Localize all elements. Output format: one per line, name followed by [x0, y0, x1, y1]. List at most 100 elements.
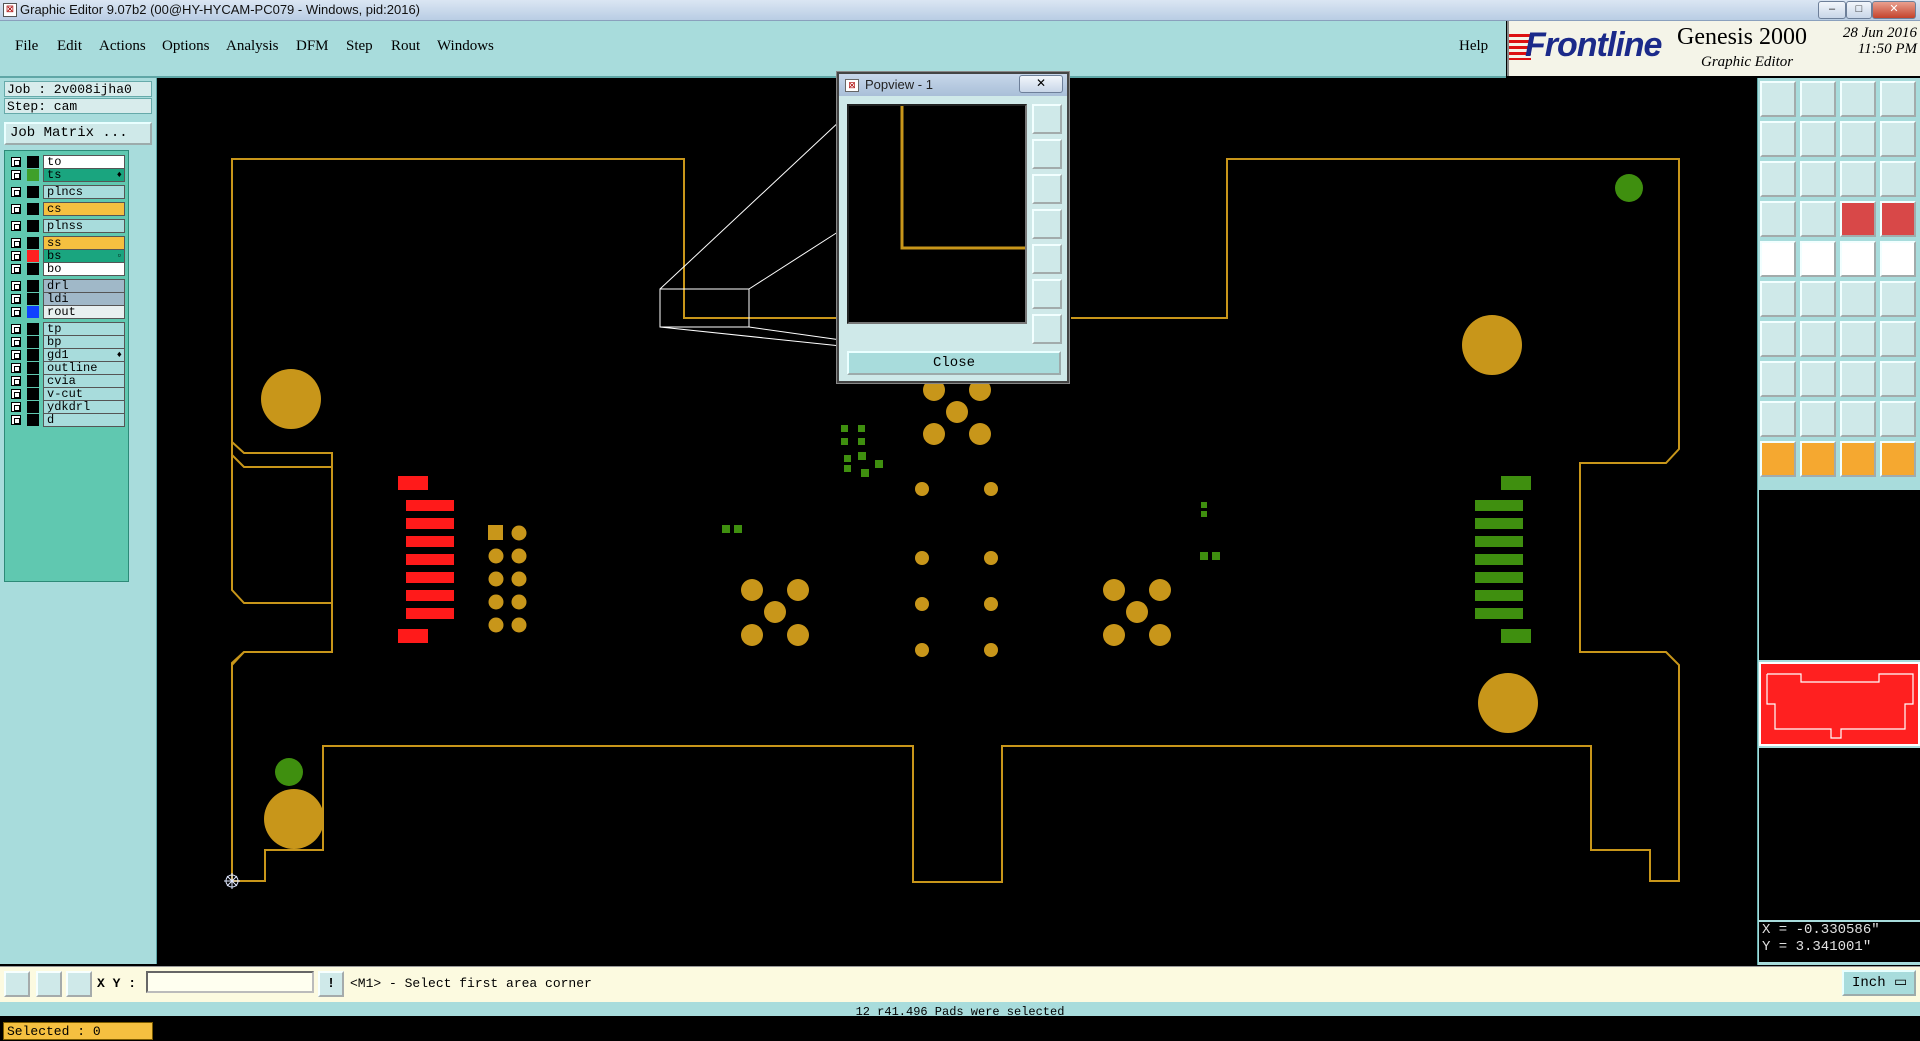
grid-icon[interactable] — [1800, 201, 1836, 237]
angle-icon[interactable] — [1760, 321, 1796, 357]
layer-checkbox[interactable] — [11, 204, 21, 214]
window-grid-icon[interactable] — [1880, 81, 1916, 117]
angle-mode-icon[interactable] — [36, 971, 62, 997]
board-overview-map[interactable] — [1759, 662, 1920, 746]
layer-checkbox[interactable] — [11, 363, 21, 373]
layer-checkbox[interactable] — [11, 337, 21, 347]
popview-close-button[interactable]: Close — [847, 351, 1061, 375]
layer-name[interactable]: plncs — [43, 185, 125, 199]
layer-name[interactable]: drl — [43, 279, 125, 293]
pointer-red-icon[interactable] — [1800, 441, 1836, 477]
grid-snap-icon[interactable] — [66, 971, 92, 997]
arch-icon[interactable] — [1880, 401, 1916, 437]
layer-row-ydkdrl[interactable]: ydkdrl — [9, 400, 127, 414]
menu-file[interactable]: File — [15, 38, 38, 55]
font-a-icon[interactable] — [1800, 401, 1836, 437]
layer-name[interactable]: ss — [43, 236, 125, 250]
xy-input[interactable] — [146, 971, 314, 993]
layer-name[interactable]: bp — [43, 335, 125, 349]
layer-checkbox[interactable] — [11, 389, 21, 399]
close-window-button[interactable]: ✕ — [1872, 1, 1916, 19]
circles-icon[interactable] — [1880, 361, 1916, 397]
layer-name[interactable]: ldi — [43, 292, 125, 306]
zoom-out-icon[interactable] — [1800, 81, 1836, 117]
dot-blue-icon[interactable] — [1760, 361, 1796, 397]
popview-pan-down-icon[interactable] — [1032, 174, 1062, 204]
measure-icon[interactable] — [1840, 241, 1876, 277]
layer-checkbox[interactable] — [11, 251, 21, 261]
fit-view-icon[interactable] — [1760, 161, 1796, 197]
arc-icon[interactable] — [1840, 321, 1876, 357]
menu-step[interactable]: Step — [346, 38, 373, 55]
cross-icon[interactable] — [1800, 281, 1836, 317]
layer-row-outline[interactable]: outline — [9, 361, 127, 375]
layer-checkbox[interactable] — [11, 350, 21, 360]
popview-pan-right-icon[interactable] — [1032, 244, 1062, 274]
layer-checkbox[interactable] — [11, 187, 21, 197]
layer-row-ts[interactable]: ts ♦ — [9, 168, 127, 182]
dot-icon[interactable] — [1880, 241, 1916, 277]
layer-row-drl[interactable]: drl — [9, 279, 127, 293]
dash-icon[interactable] — [1800, 361, 1836, 397]
menu-analysis[interactable]: Analysis — [226, 38, 279, 55]
layer-checkbox[interactable] — [11, 281, 21, 291]
layer-row-bs[interactable]: bs ▫ — [9, 249, 127, 263]
layer-blue-icon[interactable] — [1880, 201, 1916, 237]
popview-fit-icon[interactable] — [1032, 279, 1062, 309]
popview-center-icon[interactable] — [1032, 314, 1062, 344]
zoom-home-icon[interactable] — [1760, 81, 1796, 117]
resize-icon[interactable] — [1840, 361, 1876, 397]
layer-name[interactable]: bs ▫ — [43, 249, 125, 263]
layer-row-rout[interactable]: rout — [9, 305, 127, 319]
job-matrix-button[interactable]: Job Matrix ... — [4, 122, 152, 145]
layer-row-cvia[interactable]: cvia — [9, 374, 127, 388]
menu-edit[interactable]: Edit — [57, 38, 82, 55]
pan-left-icon[interactable] — [1760, 121, 1796, 157]
layer-checkbox[interactable] — [11, 221, 21, 231]
popview-canvas[interactable] — [847, 104, 1027, 324]
ruler-icon[interactable] — [1760, 201, 1796, 237]
menu-options[interactable]: Options — [162, 38, 210, 55]
pan-right-icon[interactable] — [1800, 121, 1836, 157]
layer-checkbox[interactable] — [11, 264, 21, 274]
popview-close-x-button[interactable]: ✕ — [1019, 75, 1063, 93]
layer-name[interactable]: rout — [43, 305, 125, 319]
layer-row-cs[interactable]: cs — [9, 202, 127, 216]
layer-name[interactable]: to — [43, 155, 125, 169]
minimize-button[interactable]: – — [1818, 1, 1846, 19]
help-question-icon[interactable] — [1880, 161, 1916, 197]
layer-name[interactable]: outline — [43, 361, 125, 375]
layer-row-tp[interactable]: tp — [9, 322, 127, 336]
layer-checkbox[interactable] — [11, 157, 21, 167]
layer-checkbox[interactable] — [11, 376, 21, 386]
layer-row-gd1[interactable]: gd1 ♦ — [9, 348, 127, 362]
node-icon[interactable] — [1760, 281, 1796, 317]
layer-name[interactable]: cs — [43, 202, 125, 216]
pointer-box-icon[interactable] — [1840, 441, 1876, 477]
layer-name[interactable]: tp — [43, 322, 125, 336]
layer-row-to[interactable]: to — [9, 155, 127, 169]
popview-pan-left-icon[interactable] — [1032, 209, 1062, 239]
layer-name[interactable]: cvia — [43, 374, 125, 388]
layer-row-ldi[interactable]: ldi — [9, 292, 127, 306]
layer-row-v-cut[interactable]: v-cut — [9, 387, 127, 401]
flip-icon[interactable] — [1840, 121, 1876, 157]
line-red-icon[interactable] — [1800, 241, 1836, 277]
layer-name[interactable]: ts ♦ — [43, 168, 125, 182]
layer-checkbox[interactable] — [11, 294, 21, 304]
bridge-icon[interactable] — [1840, 401, 1876, 437]
connect-icon[interactable] — [1840, 281, 1876, 317]
menu-rout[interactable]: Rout — [391, 38, 420, 55]
pointer-icon[interactable] — [1760, 441, 1796, 477]
layer-row-bo[interactable]: bo — [9, 262, 127, 276]
layer-name[interactable]: gd1 ♦ — [43, 348, 125, 362]
layer-checkbox[interactable] — [11, 238, 21, 248]
layer-row-d[interactable]: d — [9, 413, 127, 427]
layer-row-ss[interactable]: ss — [9, 236, 127, 250]
maximize-button[interactable]: □ — [1846, 1, 1872, 19]
layer-name[interactable]: d — [43, 413, 125, 427]
pad-add-icon[interactable] — [1760, 241, 1796, 277]
layer-checkbox[interactable] — [11, 307, 21, 317]
select-mode-icon[interactable] — [4, 971, 30, 997]
menu-help[interactable]: Help — [1459, 38, 1488, 55]
